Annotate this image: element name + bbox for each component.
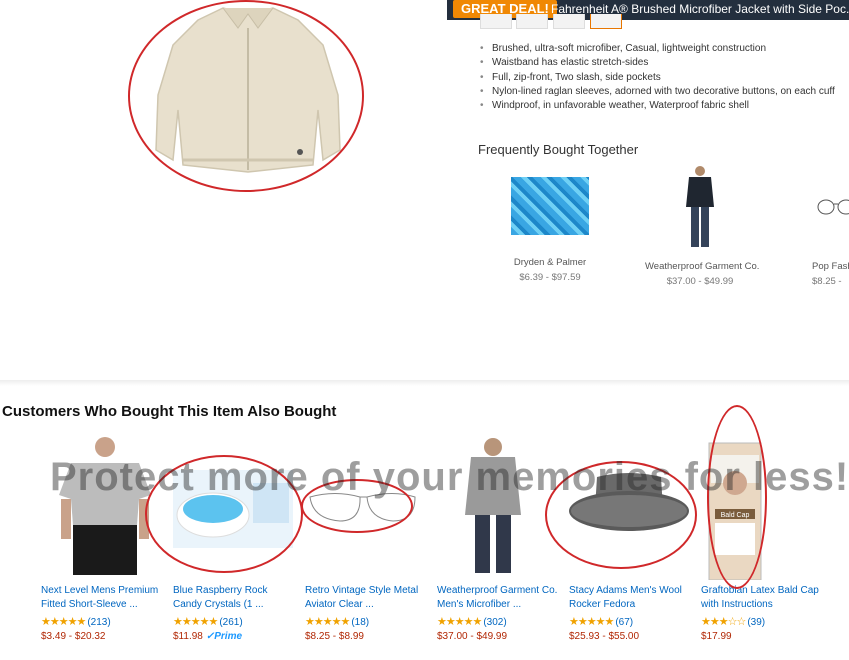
star-rating[interactable]: ★★★★★ (261) — [173, 615, 301, 629]
man-in-jacket-image — [686, 166, 714, 247]
review-count[interactable]: (213) — [87, 617, 110, 628]
section-divider — [0, 380, 849, 386]
product-price: $3.49 - $20.32 — [41, 631, 106, 642]
bullet-item: Full, zip-front, Two slash, side pockets — [478, 71, 838, 86]
product-price: $11.98 ✓Prime — [173, 631, 243, 642]
thumbnail[interactable] — [516, 14, 548, 29]
feature-bullets: Brushed, ultra-soft microfiber, Casual, … — [478, 42, 838, 114]
product-title-link[interactable]: Graftobian Latex Bald Cap with Instructio… — [701, 584, 829, 612]
product-title-link[interactable]: Blue Raspberry Rock Candy Crystals (1 ... — [173, 584, 301, 612]
bullet-item: Waistband has elastic stretch-sides — [478, 56, 838, 71]
fbt-item-name[interactable]: Weatherproof Garment Co. — [645, 261, 759, 272]
product-title-link[interactable]: Retro Vintage Style Metal Aviator Clear .… — [305, 584, 433, 612]
fbt-item-price: $6.39 - $97.59 — [519, 272, 581, 283]
annotation-ellipse — [128, 0, 364, 192]
product-title-link[interactable]: Weatherproof Garment Co. Men's Microfiber… — [437, 584, 565, 612]
review-count[interactable]: (67) — [615, 617, 633, 628]
watermark-text: Protect more of your memories for less! — [50, 455, 849, 499]
product-main-image[interactable] — [128, 0, 368, 192]
thumbnail[interactable] — [480, 14, 512, 29]
product-title-link[interactable]: Stacy Adams Men's Wool Rocker Fedora — [569, 584, 697, 612]
blue-rock-candy-image — [511, 177, 589, 235]
review-count[interactable]: (18) — [351, 617, 369, 628]
fbt-item-name[interactable]: Pop Fash — [812, 261, 849, 272]
product-price: $25.93 - $55.00 — [569, 631, 640, 642]
thumbnail-selected[interactable] — [590, 14, 622, 29]
thumbnail[interactable] — [553, 14, 585, 29]
fbt-item[interactable]: Pop Fash $8.25 - — [812, 165, 849, 287]
bullet-item: Nylon-lined raglan sleeves, adorned with… — [478, 85, 838, 100]
review-count[interactable]: (39) — [747, 617, 765, 628]
product-price: $8.25 - $8.99 — [305, 631, 364, 642]
star-rating[interactable]: ★★★☆☆ (39) — [701, 615, 829, 629]
product-title-link[interactable]: Next Level Mens Premium Fitted Short-Slee… — [41, 584, 169, 612]
fbt-heading: Frequently Bought Together — [478, 142, 639, 157]
bullet-item: Windproof, in unfavorable weather, Water… — [478, 99, 838, 114]
also-bought-heading: Customers Who Bought This Item Also Boug… — [2, 403, 337, 420]
star-rating[interactable]: ★★★★★ (302) — [437, 615, 565, 629]
aviator-glasses-image — [817, 199, 849, 215]
review-count[interactable]: (302) — [483, 617, 506, 628]
prime-badge: ✓Prime — [205, 631, 243, 642]
fbt-item[interactable]: Weatherproof Garment Co. $37.00 - $49.99 — [645, 165, 759, 287]
bullet-item: Brushed, ultra-soft microfiber, Casual, … — [478, 42, 838, 57]
star-rating[interactable]: ★★★★★ (18) — [305, 615, 433, 629]
star-rating[interactable]: ★★★★★ (213) — [41, 615, 169, 629]
review-count[interactable]: (261) — [219, 617, 242, 628]
fbt-item-price: $37.00 - $49.99 — [666, 276, 734, 287]
fbt-item-price: $8.25 - — [812, 276, 842, 287]
product-price: $17.99 — [701, 631, 732, 642]
fbt-item-name[interactable]: Dryden & Palmer — [509, 257, 591, 268]
star-rating[interactable]: ★★★★★ (67) — [569, 615, 697, 629]
fbt-item[interactable]: Dryden & Palmer $6.39 - $97.59 — [509, 165, 591, 283]
product-price: $37.00 - $49.99 — [437, 631, 508, 642]
